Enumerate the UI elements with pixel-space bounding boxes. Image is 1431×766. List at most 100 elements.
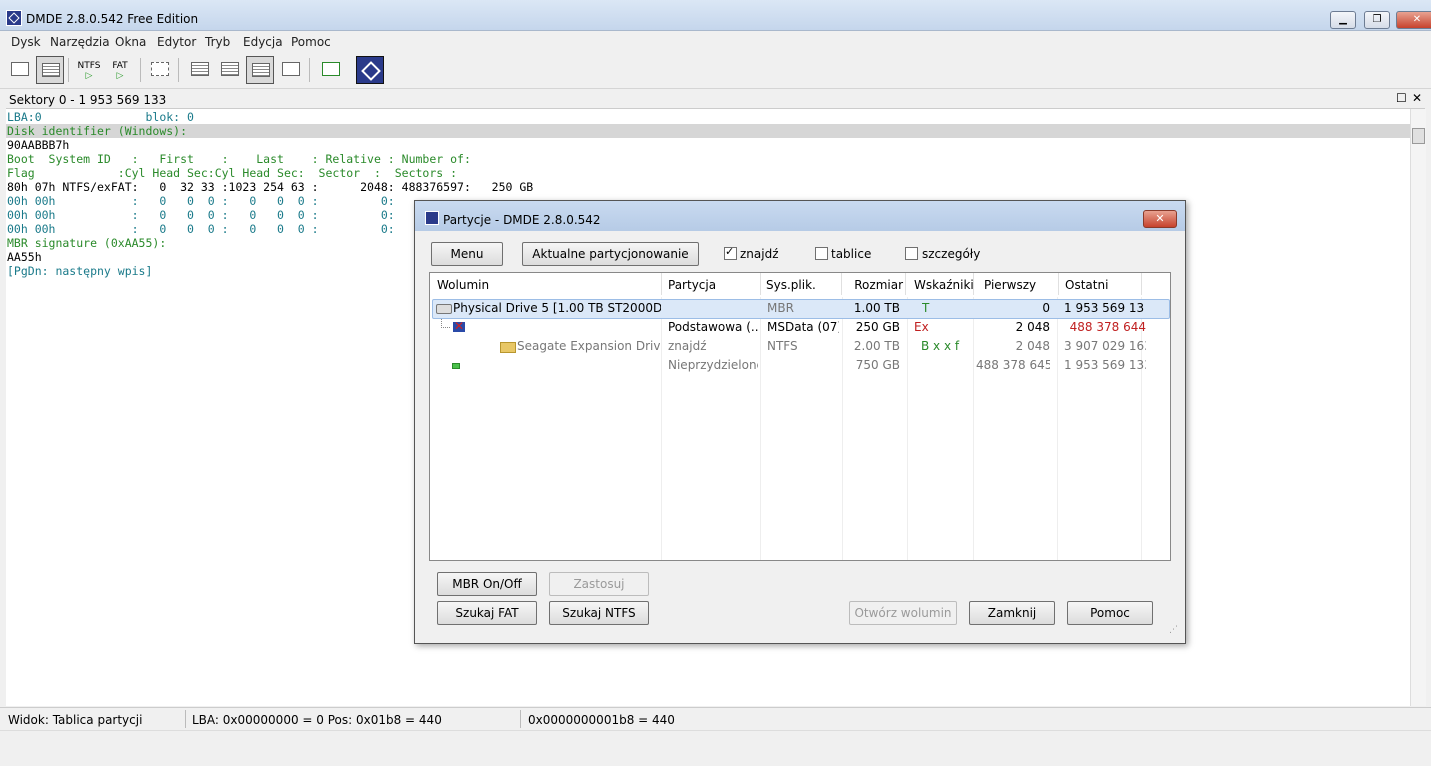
- row3-flags: B x x f: [921, 339, 960, 353]
- export-button[interactable]: [317, 56, 343, 82]
- drive-select-button[interactable]: [6, 56, 32, 82]
- status-separator: [520, 710, 521, 728]
- status-bar: Widok: Tablica partycji LBA: 0x00000000 …: [0, 707, 1431, 730]
- menu-bar: Dysk Narzędzia Okna Edytor Tryb Edycja P…: [0, 31, 1431, 51]
- toolbar-separator: [140, 58, 141, 82]
- row4-size: 750 GB: [855, 358, 900, 372]
- help-button[interactable]: Pomoc: [1067, 601, 1153, 625]
- minimize-button[interactable]: ▁: [1330, 11, 1356, 29]
- status-separator: [185, 710, 186, 728]
- details-checkbox-label: szczegóły: [922, 247, 981, 261]
- row3-size: 2.00 TB: [853, 339, 900, 353]
- search-sector-button[interactable]: [277, 56, 303, 82]
- hex-line-pgdn-hint[interactable]: [PgDn: następny wpis]: [7, 264, 152, 278]
- menu-edycja[interactable]: Edycja: [243, 35, 283, 49]
- fat-search-button[interactable]: FAT ▷: [107, 56, 133, 82]
- panel-close-icon[interactable]: ✕: [1412, 91, 1422, 105]
- row2-first-sector: 2 048: [1015, 320, 1050, 334]
- status-hex-position: 0x0000000001b8 = 440: [528, 713, 675, 727]
- partitions-list[interactable]: Wolumin Partycja Sys.plik. Rozmiar Wskaź…: [429, 272, 1171, 561]
- hex-line-partition4: 00h 00h : 0 0 0 : 0 0 0 : 0:: [7, 222, 395, 236]
- menu-dysk[interactable]: Dysk: [11, 35, 41, 49]
- panel-header: Sektory 0 - 1 953 569 133 ☐ ✕: [6, 90, 1425, 109]
- resize-grip-icon[interactable]: ⋰: [1169, 625, 1178, 635]
- dmde-about-button[interactable]: [356, 56, 384, 84]
- column-header-last-sector[interactable]: Ostatni sekt...: [1065, 273, 1142, 316]
- panel-title: Sektory 0 - 1 953 569 133: [9, 93, 167, 107]
- menu-pomoc[interactable]: Pomoc: [291, 35, 331, 49]
- row3-volume: Seagate Expansion Drive: [517, 339, 660, 353]
- tables-checkbox-label: tablice: [831, 247, 872, 261]
- current-partitioning-button[interactable]: Aktualne partycjonowanie: [522, 242, 699, 266]
- menu-tryb[interactable]: Tryb: [205, 35, 230, 49]
- row3-partition: znajdź: [668, 339, 707, 353]
- highlighted-row: [6, 124, 1410, 138]
- scrollbar-thumb[interactable]: [1412, 128, 1425, 144]
- status-view: Widok: Tablica partycji: [8, 713, 143, 727]
- hex-line-disk-id-label: Disk identifier (Windows):: [7, 124, 188, 138]
- row1-size: 1.00 TB: [853, 301, 900, 315]
- column-header-volume[interactable]: Wolumin: [437, 273, 662, 295]
- partition-missing-icon: [453, 319, 465, 333]
- search-icon: [282, 62, 300, 76]
- column-header-size[interactable]: Rozmiar: [844, 273, 906, 295]
- drive-icon: [11, 62, 29, 76]
- hex-line-lba: LBA:0 blok: 0: [7, 110, 194, 124]
- close-button[interactable]: Zamknij: [969, 601, 1055, 625]
- column-header-filesystem[interactable]: Sys.plik.: [766, 273, 842, 295]
- mbr-onoff-button[interactable]: MBR On/Off: [437, 572, 537, 596]
- row4-last-sector: 1 953 569 133: [1064, 358, 1146, 372]
- ntfs-label: NTFS: [77, 61, 101, 71]
- menu-narzedzia[interactable]: Narzędzia: [50, 35, 110, 49]
- new-file-button[interactable]: [146, 56, 172, 82]
- search-ntfs-button[interactable]: Szukaj NTFS: [549, 601, 649, 625]
- row1-volume: Physical Drive 5 [1.00 TB ST2000DM0...: [453, 301, 661, 315]
- export-icon: [322, 62, 340, 76]
- hex-line-partition1: 80h 07h NTFS/exFAT: 0 32 33 :1023 254 63…: [7, 180, 534, 194]
- hard-drive-icon: [436, 304, 452, 314]
- dialog-close-button[interactable]: ✕: [1143, 210, 1177, 228]
- find-checkbox-label: znajdź: [740, 247, 779, 261]
- column-divider: [907, 297, 908, 560]
- tables-checkbox[interactable]: [815, 247, 828, 260]
- open-volume-button[interactable]: Otwórz wolumin: [849, 601, 957, 625]
- column-header-first-sector[interactable]: Pierwszy se...: [984, 273, 1059, 316]
- dmde-logo-icon: [361, 61, 381, 81]
- status-lba: LBA: 0x00000000 = 0 Pos: 0x01b8 = 440: [192, 713, 442, 727]
- column-divider: [973, 297, 974, 560]
- menu-button[interactable]: Menu: [431, 242, 503, 266]
- fat-label: FAT: [112, 61, 128, 71]
- hex-line-mbr-sig-label: MBR signature (0xAA55):: [7, 236, 167, 250]
- column-divider: [760, 297, 761, 560]
- sector-view-button[interactable]: [246, 56, 274, 84]
- vertical-scrollbar[interactable]: [1410, 109, 1426, 706]
- menu-edytor[interactable]: Edytor: [157, 35, 196, 49]
- search-fat-button[interactable]: Szukaj FAT: [437, 601, 537, 625]
- details-checkbox[interactable]: [905, 247, 918, 260]
- column-header-partition[interactable]: Partycja: [668, 273, 761, 295]
- ntfs-search-button[interactable]: NTFS ▷: [76, 56, 102, 82]
- close-window-button[interactable]: ✕: [1396, 11, 1431, 29]
- row2-last-sector: 488 378 644: [1069, 320, 1146, 334]
- maximize-button[interactable]: ❐: [1364, 11, 1390, 29]
- menu-okna[interactable]: Okna: [115, 35, 146, 49]
- title-bar: DMDE 2.8.0.542 Free Edition ▁ ❐ ✕: [0, 0, 1431, 31]
- window-title: DMDE 2.8.0.542 Free Edition: [26, 12, 199, 26]
- row4-first-sector: 488 378 645: [976, 358, 1050, 372]
- column-divider: [1057, 297, 1058, 560]
- row1-last-sector: 1 953 569 133: [1064, 301, 1144, 315]
- apply-button[interactable]: Zastosuj: [549, 572, 649, 596]
- unallocated-icon: [452, 363, 460, 369]
- toolbar-separator: [68, 58, 69, 82]
- list-view-button[interactable]: [216, 56, 242, 82]
- partitions-button[interactable]: [36, 56, 64, 84]
- new-file-icon: [151, 62, 169, 76]
- row4-partition: Nieprzydzielone: [668, 358, 758, 372]
- column-header-flags[interactable]: Wskaźniki: [914, 273, 974, 295]
- hex-line-mbr-sig: AA55h: [7, 250, 42, 264]
- dmde-logo-icon: [6, 10, 22, 26]
- panel-maximize-icon[interactable]: ☐: [1396, 91, 1407, 105]
- find-checkbox[interactable]: [724, 245, 737, 260]
- tree-view-button[interactable]: [186, 56, 212, 82]
- row3-first-sector: 2 048: [1015, 339, 1050, 353]
